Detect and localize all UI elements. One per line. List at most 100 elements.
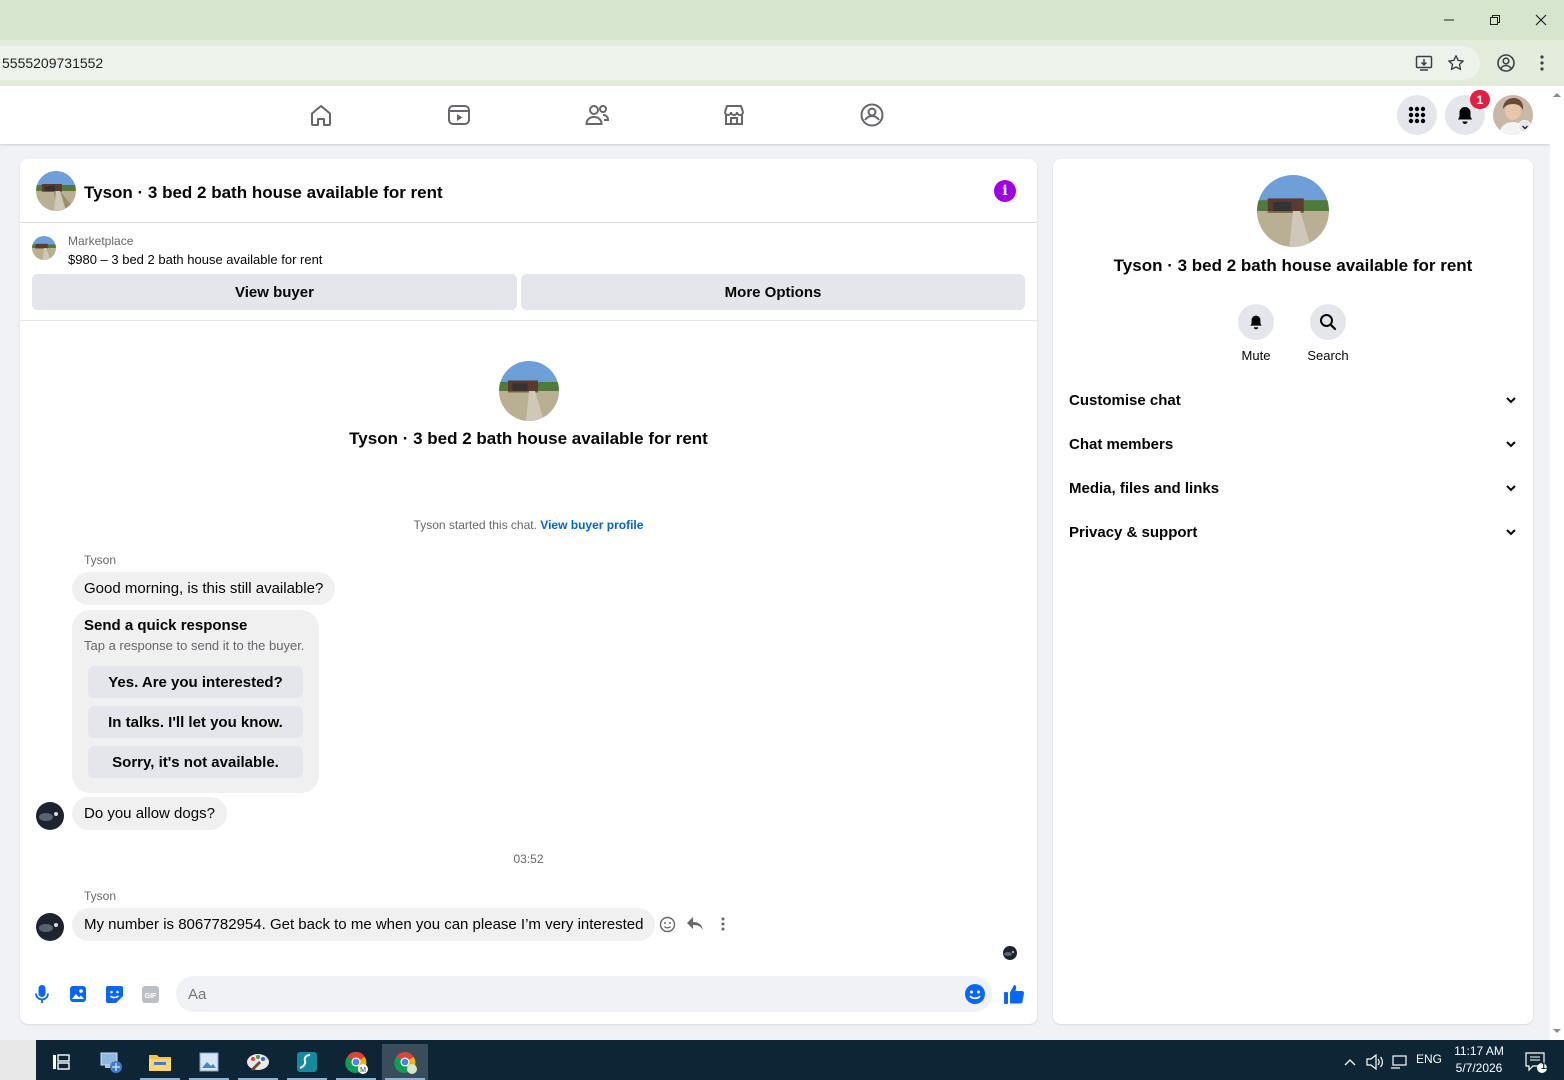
message-timestamp: 03:52 — [513, 852, 544, 866]
search-icon — [1310, 304, 1346, 340]
tray-chevron-up-icon[interactable] — [1336, 1044, 1364, 1080]
chat-avatar[interactable] — [36, 171, 76, 211]
buyer-avatar[interactable] — [36, 913, 64, 941]
react-emoji-icon[interactable] — [657, 914, 677, 934]
marketplace-listing-bar: Marketplace $980 – 3 bed 2 bath house av… — [20, 223, 1037, 321]
account-chevron-icon — [1518, 120, 1531, 133]
gaming-tab-icon[interactable] — [857, 100, 887, 130]
more-options-button[interactable]: More Options — [521, 274, 1025, 310]
image-viewer-icon[interactable] — [186, 1044, 232, 1080]
mute-label: Mute — [1241, 348, 1271, 363]
svg-text:GIF: GIF — [144, 993, 156, 1000]
quick-response-in-talks-button[interactable]: In talks. I'll let you know. — [88, 706, 303, 738]
notification-count-badge: 1 — [1470, 90, 1490, 109]
bookmark-star-icon[interactable] — [1444, 51, 1468, 75]
video-tab-icon[interactable] — [444, 100, 474, 130]
mute-button[interactable]: Mute — [1226, 304, 1286, 363]
seen-by-avatar — [1003, 946, 1017, 960]
page-scrollbar[interactable] — [1550, 86, 1564, 1040]
restore-button[interactable] — [1472, 8, 1518, 32]
customise-chat-row[interactable]: Customise chat — [1069, 378, 1517, 422]
minimize-button[interactable] — [1426, 8, 1472, 32]
action-center-count: 12 — [1541, 1061, 1552, 1071]
thumbs-up-icon[interactable] — [1003, 983, 1025, 1005]
quick-response-yes-button[interactable]: Yes. Are you interested? — [88, 666, 303, 698]
chevron-down-icon — [1506, 441, 1516, 448]
quick-response-subtitle: Tap a response to send it to the buyer. — [84, 638, 305, 653]
reply-icon[interactable] — [685, 914, 705, 934]
message-bubble[interactable]: Good morning, is this still available? — [72, 572, 336, 605]
svg-text:M: M — [360, 1067, 366, 1074]
listing-description[interactable]: $980 – 3 bed 2 bath house available for … — [68, 252, 322, 267]
chat-panel: Tyson · 3 bed 2 bath house available for… — [20, 159, 1037, 1024]
quick-response-sorry-button[interactable]: Sorry, it's not available. — [88, 746, 303, 778]
url-field[interactable]: 5555209731552 — [0, 46, 1480, 80]
more-actions-icon[interactable] — [713, 914, 733, 934]
chrome-menu-icon[interactable] — [1530, 51, 1554, 75]
attach-photo-icon[interactable] — [67, 983, 89, 1005]
row-label: Customise chat — [1069, 391, 1181, 409]
network-tray-icon[interactable] — [1386, 1044, 1412, 1080]
info-panel-title: Tyson · 3 bed 2 bath house available for… — [1113, 256, 1473, 275]
started-text: Tyson started this chat. — [413, 518, 537, 532]
search-label: Search — [1307, 348, 1349, 363]
buyer-avatar[interactable] — [36, 802, 64, 830]
language-indicator[interactable]: ENG — [1414, 1052, 1444, 1066]
quick-response-title: Send a quick response — [84, 617, 248, 634]
clock-date[interactable]: 5/7/2026 — [1446, 1061, 1512, 1075]
task-view-icon[interactable] — [38, 1044, 84, 1080]
network-app-icon[interactable] — [88, 1044, 134, 1080]
chat-header: Tyson · 3 bed 2 bath house available for… — [20, 159, 1037, 223]
view-buyer-profile-link[interactable]: View buyer profile — [540, 518, 643, 532]
chevron-down-icon — [1506, 485, 1516, 492]
bell-icon — [1238, 304, 1274, 340]
search-conversation-button[interactable]: Search — [1298, 304, 1358, 363]
conversation-info-icon[interactable]: i — [994, 180, 1016, 202]
intro-avatar — [499, 361, 559, 421]
row-label: Privacy & support — [1069, 523, 1198, 541]
paint-app-icon[interactable] — [235, 1044, 281, 1080]
sticker-icon[interactable] — [103, 983, 125, 1005]
scroll-down-arrow-icon — [1553, 1029, 1561, 1033]
chat-members-row[interactable]: Chat members — [1069, 422, 1517, 466]
chevron-down-icon — [1506, 529, 1516, 536]
address-bar-area: 5555209731552 — [0, 40, 1564, 86]
listing-thumbnail — [32, 236, 56, 260]
emoji-picker-icon[interactable] — [964, 983, 986, 1005]
media-files-links-row[interactable]: Media, files and links — [1069, 466, 1517, 510]
account-avatar[interactable] — [1493, 95, 1533, 135]
file-explorer-icon[interactable] — [137, 1044, 183, 1080]
marketplace-tab-icon[interactable] — [719, 100, 749, 130]
row-label: Chat members — [1069, 435, 1174, 453]
clock-time[interactable]: 11:17 AM — [1446, 1044, 1512, 1058]
pen-app-icon[interactable] — [284, 1044, 330, 1080]
friends-tab-icon[interactable] — [582, 100, 612, 130]
view-buyer-button[interactable]: View buyer — [32, 274, 517, 310]
chrome-profile-m-icon[interactable]: M — [333, 1044, 379, 1080]
sender-name: Tyson — [84, 553, 117, 567]
row-label: Media, files and links — [1069, 479, 1220, 497]
message-input[interactable] — [176, 976, 992, 1012]
chrome-active-icon[interactable] — [382, 1044, 428, 1080]
url-text: 5555209731552 — [2, 55, 104, 71]
message-bubble[interactable]: My number is 8067782954. Get back to me … — [72, 908, 656, 941]
info-panel-avatar — [1257, 175, 1329, 247]
voice-clip-icon[interactable] — [31, 983, 53, 1005]
scroll-up-arrow-icon — [1553, 93, 1561, 97]
privacy-support-row[interactable]: Privacy & support — [1069, 510, 1517, 554]
menu-grid-button[interactable] — [1397, 95, 1437, 135]
chat-title: Tyson · 3 bed 2 bath house available for… — [84, 183, 443, 202]
sender-name: Tyson — [84, 889, 117, 903]
message-bubble[interactable]: Do you allow dogs? — [72, 797, 227, 830]
install-app-icon[interactable] — [1412, 51, 1436, 75]
start-button[interactable] — [0, 1040, 36, 1080]
close-window-button[interactable] — [1518, 8, 1564, 32]
profile-icon[interactable] — [1494, 51, 1518, 75]
chat-started-notice: Tyson started this chat. View buyer prof… — [20, 518, 1037, 532]
volume-icon[interactable] — [1362, 1044, 1388, 1080]
chevron-down-icon — [1506, 397, 1516, 404]
quick-response-card: Send a quick response Tap a response to … — [72, 610, 319, 793]
gif-icon[interactable]: GIF — [139, 983, 161, 1005]
home-tab-icon[interactable] — [306, 100, 336, 130]
action-center-icon[interactable]: 12 — [1516, 1044, 1556, 1080]
